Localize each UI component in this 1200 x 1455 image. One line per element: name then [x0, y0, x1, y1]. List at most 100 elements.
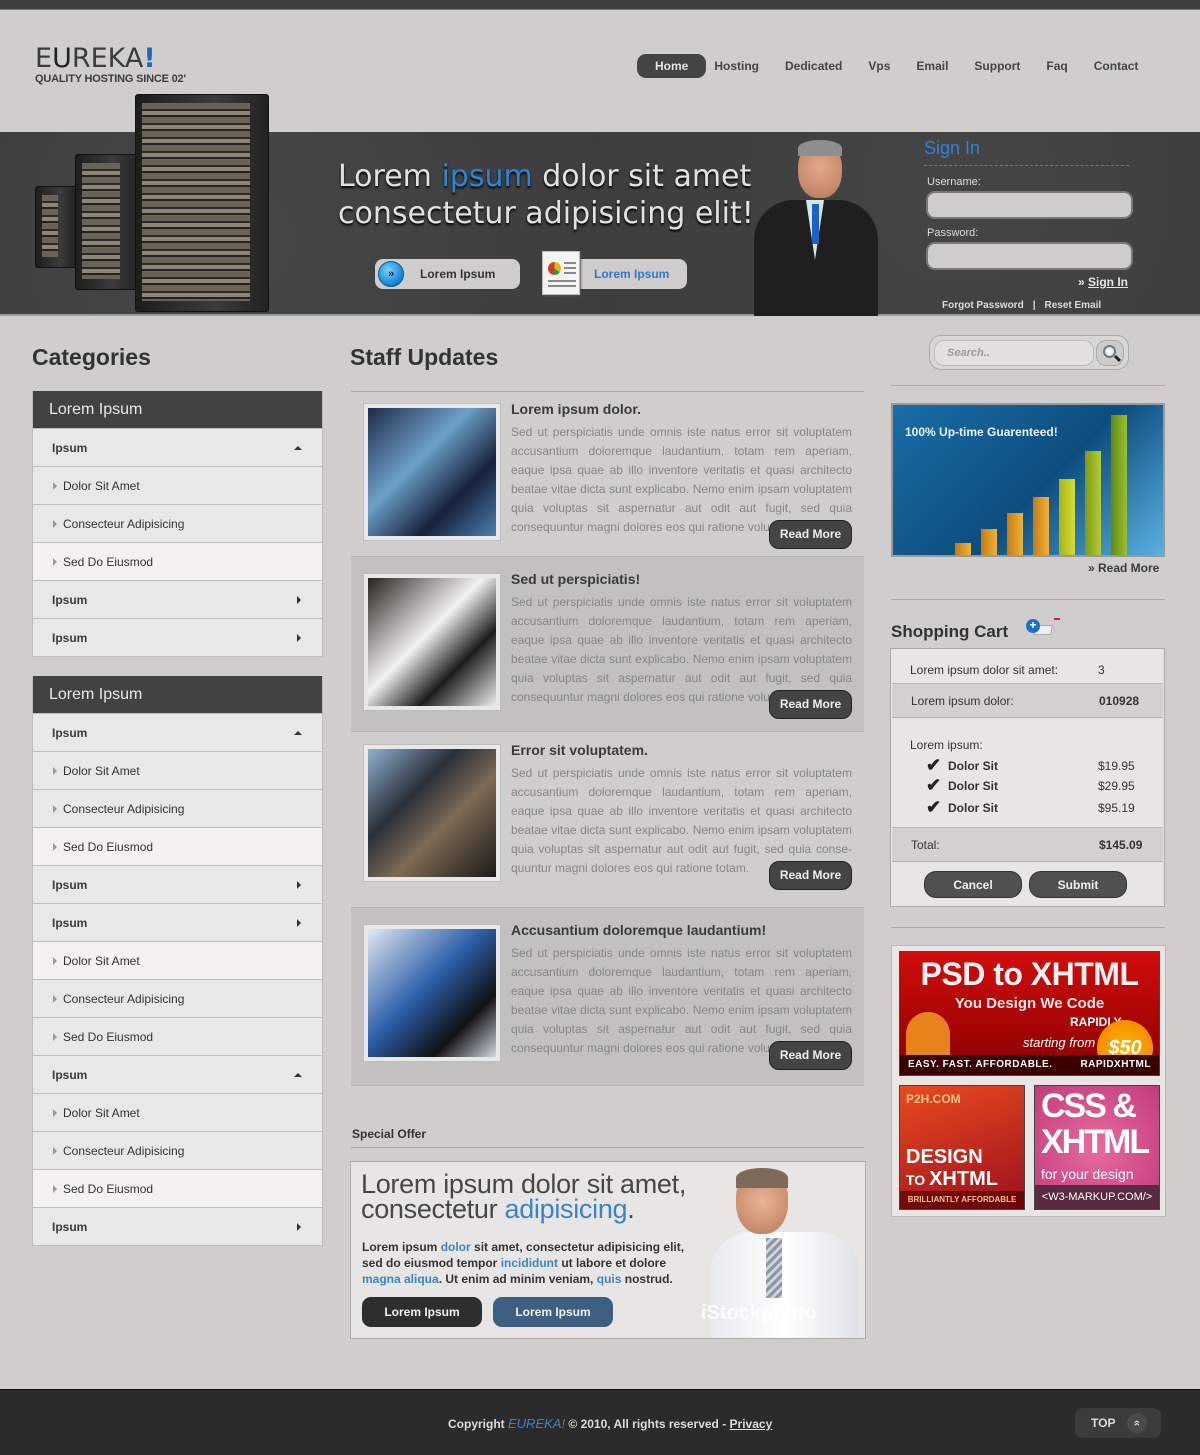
signin-title: Sign In: [924, 138, 1129, 166]
read-more-button[interactable]: Read More: [769, 520, 852, 549]
category-item[interactable]: Ipsum: [33, 618, 322, 656]
offer-text: ut labore et dolore: [558, 1256, 667, 1270]
nav-faq[interactable]: Faq: [1033, 54, 1080, 78]
signin-submit-link[interactable]: Sign In: [1088, 275, 1128, 289]
category-label: Consecteur Adipisicing: [63, 1144, 185, 1158]
reset-email-link[interactable]: Reset Email: [1045, 300, 1102, 311]
category-subitem[interactable]: Dolor Sit Amet: [33, 941, 322, 979]
post-title[interactable]: Lorem ipsum dolor.: [511, 401, 641, 417]
privacy-link[interactable]: Privacy: [730, 1417, 773, 1431]
post-title[interactable]: Accusantium doloremque laudantium!: [511, 922, 766, 938]
offer-link[interactable]: dolor: [441, 1240, 471, 1254]
read-more-button[interactable]: Read More: [769, 690, 852, 719]
category-subitem[interactable]: Sed Do Eiusmod: [33, 542, 322, 580]
nav-email[interactable]: Email: [903, 54, 961, 78]
category-item[interactable]: Ipsum: [33, 1207, 322, 1245]
add-to-cart-icon[interactable]: +: [1026, 617, 1062, 643]
category-item[interactable]: Ipsum: [33, 580, 322, 618]
category-subitem[interactable]: Consecteur Adipisicing: [33, 1131, 322, 1169]
read-more-button[interactable]: Read More: [769, 861, 852, 890]
divider: [891, 385, 1165, 386]
uptime-banner[interactable]: 100% Up-time Guarenteed!: [891, 403, 1165, 557]
chevrons-up-icon: »: [1127, 1413, 1147, 1433]
category-subitem[interactable]: Consecteur Adipisicing: [33, 979, 322, 1017]
password-input[interactable]: [926, 242, 1133, 270]
nav-dedicated[interactable]: Dedicated: [772, 54, 855, 78]
post-thumbnail[interactable]: [363, 403, 501, 541]
category-subitem[interactable]: Sed Do Eiusmod: [33, 827, 322, 865]
offer-button-primary[interactable]: Lorem Ipsum: [362, 1297, 482, 1327]
category-subitem[interactable]: Dolor Sit Amet: [33, 751, 322, 789]
hero-button-play[interactable]: » Lorem Ipsum: [375, 259, 520, 289]
businessman-photo: [752, 140, 880, 316]
staff-post: Error sit voluptatem. Sed ut perspiciati…: [351, 733, 864, 908]
offer-link[interactable]: magna aliqua: [362, 1272, 439, 1286]
logo[interactable]: EUREKA! QUALITY HOSTING SINCE 02': [35, 43, 186, 86]
offer-button-secondary[interactable]: Lorem Ipsum: [493, 1297, 613, 1327]
caret-right-icon: [297, 634, 301, 642]
post-thumbnail[interactable]: [363, 573, 501, 711]
category-item[interactable]: Ipsum: [33, 713, 322, 751]
offer-link[interactable]: quis: [597, 1272, 622, 1286]
category-subitem[interactable]: Consecteur Adipisicing: [33, 504, 322, 542]
check-icon: ✔: [926, 797, 942, 817]
nav-support[interactable]: Support: [961, 54, 1033, 78]
offer-link[interactable]: incididunt: [501, 1256, 558, 1270]
cart-cancel-button[interactable]: Cancel: [924, 871, 1022, 898]
read-more-button[interactable]: Read More: [769, 1041, 852, 1070]
forgot-password-link[interactable]: Forgot Password: [942, 300, 1024, 311]
offer-headline: Lorem ipsum dolor sit amet, consectetur …: [361, 1169, 687, 1224]
post-title[interactable]: Sed ut perspiciatis!: [511, 571, 640, 587]
check-icon: ✔: [926, 775, 942, 795]
ad-p2h[interactable]: P2H.COM DESIGN TO XHTML BRILLIANTLY AFFOR…: [899, 1085, 1025, 1210]
category-label: Ipsum: [52, 916, 88, 930]
banner-read-more-link[interactable]: » Read More: [1088, 561, 1159, 575]
post-image-people-on-stairs: [368, 408, 496, 536]
category-box-header: Lorem Ipsum: [33, 676, 322, 713]
nav-home[interactable]: Home: [637, 54, 707, 78]
bullet-arrow-icon: [53, 843, 57, 851]
footer: Copyright EUREKA! © 2010, All rights res…: [0, 1389, 1200, 1455]
category-subitem[interactable]: Sed Do Eiusmod: [33, 1169, 322, 1207]
play-icon: »: [378, 261, 404, 287]
nav-contact[interactable]: Contact: [1081, 54, 1152, 78]
search-input[interactable]: [934, 340, 1094, 366]
category-label: Ipsum: [52, 593, 88, 607]
search-button[interactable]: [1096, 340, 1124, 366]
bullet-arrow-icon: [53, 1033, 57, 1041]
category-subitem[interactable]: Consecteur Adipisicing: [33, 789, 322, 827]
category-item[interactable]: Ipsum: [33, 903, 322, 941]
category-box: Lorem Ipsum Ipsum Dolor Sit Amet Consecteu…: [32, 391, 323, 657]
category-label: Consecteur Adipisicing: [63, 517, 185, 531]
category-item[interactable]: Ipsum: [33, 865, 322, 903]
category-box: Lorem Ipsum Ipsum Dolor Sit Amet Consecteu…: [32, 676, 323, 1246]
category-item[interactable]: Ipsum: [33, 428, 322, 466]
post-thumbnail[interactable]: [363, 744, 501, 882]
staff-post: Sed ut perspiciatis! Sed ut perspiciatis…: [351, 557, 864, 732]
check-icon: ✔: [926, 755, 942, 775]
categories-title: Categories: [32, 344, 151, 370]
bullet-arrow-icon: [53, 520, 57, 528]
post-title[interactable]: Error sit voluptatem.: [511, 742, 648, 758]
category-item[interactable]: Ipsum: [33, 1055, 322, 1093]
hero-button-report[interactable]: Lorem Ipsum: [542, 251, 687, 295]
username-input[interactable]: [926, 191, 1133, 219]
staff-updates-title: Staff Updates: [350, 344, 499, 370]
ad-psd-to-xhtml[interactable]: PSD to XHTML You Design We Code RAPIDLY …: [899, 951, 1160, 1076]
bullet-arrow-icon: [53, 1109, 57, 1117]
post-image-office-building: [368, 749, 496, 877]
post-thumbnail[interactable]: [363, 924, 501, 1062]
caret-up-icon: [294, 731, 302, 735]
category-subitem[interactable]: Sed Do Eiusmod: [33, 1017, 322, 1055]
divider: [891, 599, 1165, 600]
nav-hosting[interactable]: Hosting: [701, 54, 772, 78]
category-label: Ipsum: [52, 1068, 88, 1082]
category-subitem[interactable]: Dolor Sit Amet: [33, 1093, 322, 1131]
shopping-cart-title: Shopping Cart: [891, 622, 1009, 641]
nav-vps[interactable]: Vps: [855, 54, 903, 78]
back-to-top-button[interactable]: TOP »: [1075, 1408, 1161, 1438]
ad-w3-markup[interactable]: CSS & XHTML for your design <W3-MARKUP.CO…: [1034, 1085, 1160, 1210]
cart-submit-button[interactable]: Submit: [1029, 871, 1127, 898]
category-subitem[interactable]: Dolor Sit Amet: [33, 466, 322, 504]
logo-text: EUREKA!: [35, 43, 156, 74]
